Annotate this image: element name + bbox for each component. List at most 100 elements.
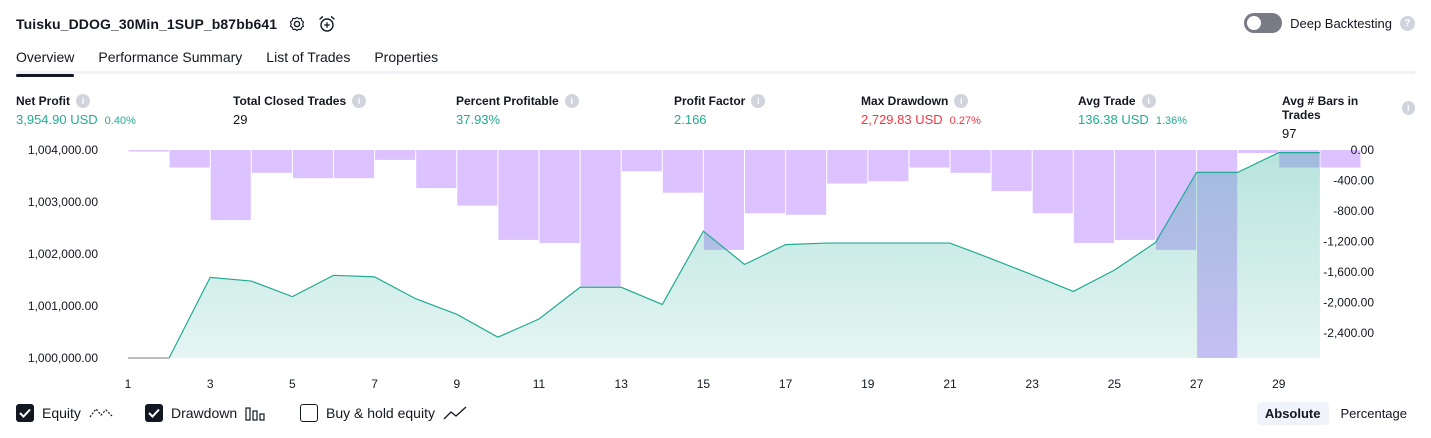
right-axis-tick: -1,600.00 — [1323, 265, 1374, 279]
x-axis-tick: 9 — [453, 377, 460, 391]
equity-point — [415, 298, 417, 300]
help-icon[interactable]: ? — [1400, 15, 1415, 31]
deep-backtesting: Deep Backtesting ? — [1244, 13, 1415, 33]
metric-percent: 0.27% — [949, 115, 981, 127]
info-icon[interactable]: i — [564, 94, 579, 108]
drawdown-bar — [292, 150, 333, 179]
x-axis-tick: 23 — [1026, 377, 1040, 391]
tab-properties[interactable]: Properties — [374, 44, 438, 74]
drawdown-bar — [416, 150, 457, 189]
bar-chart-icon — [245, 405, 267, 421]
metric-total-closed-trades: Total Closed Trades i 29 — [233, 94, 367, 127]
equity-point — [127, 357, 129, 359]
gear-icon[interactable] — [287, 14, 307, 34]
x-axis-tick: 21 — [943, 377, 957, 391]
tab-performance-summary[interactable]: Performance Summary — [98, 44, 242, 74]
drawdown-bar — [1114, 150, 1155, 240]
right-axis-tick: -2,000.00 — [1323, 295, 1374, 309]
equity-toggle[interactable]: Equity — [16, 404, 113, 422]
drawdown-bar — [457, 150, 498, 206]
info-icon[interactable]: i — [76, 94, 90, 108]
metric-label: Net Profit — [16, 94, 70, 108]
equity-point — [990, 258, 992, 260]
info-icon[interactable]: i — [1401, 101, 1415, 115]
equity-point — [662, 304, 664, 306]
drawdown-bar — [868, 150, 909, 182]
alarm-add-icon[interactable] — [317, 14, 337, 34]
x-axis-tick: 1 — [125, 377, 132, 391]
tab-bar: Overview Performance Summary List of Tra… — [16, 44, 1415, 77]
x-axis-tick: 27 — [1190, 377, 1204, 391]
left-axis-tick: 1,003,000.00 — [28, 195, 98, 209]
equity-point — [333, 275, 335, 277]
info-icon[interactable]: i — [1141, 94, 1156, 108]
metric-value: 3,954.90 USD — [16, 112, 98, 127]
metric-avg-trade: Avg Trade i 136.38 USD 1.36% — [1078, 94, 1187, 127]
metric-label: Total Closed Trades — [233, 94, 347, 108]
drawdown-bar — [621, 150, 662, 172]
drawdown-bar — [1073, 150, 1114, 243]
chart-footer: Equity Drawdown Buy & hold equity Absolu… — [16, 402, 1415, 428]
x-axis-tick: 17 — [779, 377, 793, 391]
drawdown-bar — [991, 150, 1032, 192]
equity-point — [456, 314, 458, 316]
drawdown-toggle[interactable]: Drawdown — [145, 404, 267, 422]
x-axis-tick: 25 — [1108, 377, 1122, 391]
drawdown-checkbox[interactable] — [145, 404, 163, 422]
x-axis-tick: 19 — [861, 377, 875, 391]
drawdown-bar — [1238, 150, 1279, 154]
equity-point — [538, 318, 540, 320]
absolute-button[interactable]: Absolute — [1256, 402, 1329, 425]
drawdown-bar — [539, 150, 580, 243]
toggle-knob — [1247, 16, 1262, 30]
drawdown-bar — [950, 150, 991, 173]
equity-point — [1319, 152, 1321, 154]
metric-net-profit: Net Profit i 3,954.90 USD 0.40% — [16, 94, 136, 127]
drawdown-bar — [580, 150, 621, 287]
left-axis-tick: 1,001,000.00 — [28, 299, 98, 313]
equity-point — [826, 242, 828, 244]
percentage-button[interactable]: Percentage — [1333, 402, 1416, 425]
x-axis-tick: 15 — [697, 377, 711, 391]
equity-point — [579, 286, 581, 288]
tab-overview[interactable]: Overview — [16, 44, 75, 77]
x-axis-tick: 7 — [371, 377, 378, 391]
x-axis-tick: 5 — [289, 377, 296, 391]
drawdown-bar — [334, 150, 375, 179]
equity-point — [209, 277, 211, 279]
info-icon[interactable]: i — [751, 94, 766, 108]
metric-value: 2.166 — [674, 112, 707, 127]
drawdown-bar — [703, 150, 744, 250]
left-axis-tick: 1,000,000.00 — [28, 351, 98, 365]
equity-point — [497, 336, 499, 338]
equity-point — [1278, 152, 1280, 154]
equity-checkbox[interactable] — [16, 404, 34, 422]
metric-avg-bars: Avg # Bars in Trades i 97 — [1282, 94, 1415, 141]
metric-value: 136.38 USD — [1078, 112, 1149, 127]
metric-max-drawdown: Max Drawdown i 2,729.83 USD 0.27% — [861, 94, 981, 127]
metric-value: 37.93% — [456, 112, 501, 127]
strategy-header: Tuisku_DDOG_30Min_1SUP_b87bb641 — [16, 10, 337, 38]
x-axis-tick: 13 — [615, 377, 629, 391]
x-axis-tick: 11 — [533, 377, 546, 391]
metric-percent: 0.40% — [104, 115, 136, 127]
buyhold-checkbox[interactable] — [300, 404, 318, 422]
strategy-title: Tuisku_DDOG_30Min_1SUP_b87bb641 — [16, 16, 278, 32]
equity-point — [1155, 242, 1157, 244]
right-axis-tick: 0.00 — [1351, 143, 1375, 157]
equity-point — [1237, 172, 1239, 174]
x-axis-tick: 29 — [1272, 377, 1286, 391]
x-axis: 1 3 5 7 9 11 13 15 17 19 21 23 25 27 29 — [125, 377, 1286, 391]
right-axis: 0.00 -400.00 -800.00 -1,200.00 -1,600.00 -2,0… — [1323, 143, 1374, 340]
equity-point — [908, 242, 910, 244]
deep-backtesting-toggle[interactable] — [1244, 13, 1283, 33]
deep-backtesting-label: Deep Backtesting — [1290, 15, 1392, 31]
tab-list-of-trades[interactable]: List of Trades — [266, 44, 350, 74]
metric-label: Profit Factor — [674, 94, 746, 108]
info-icon[interactable]: i — [954, 94, 969, 108]
drawdown-bar — [210, 150, 251, 221]
metric-percent: 1.36% — [1155, 115, 1188, 127]
buyhold-toggle[interactable]: Buy & hold equity — [300, 404, 467, 422]
info-icon[interactable]: i — [352, 94, 367, 108]
equity-point — [292, 296, 294, 298]
